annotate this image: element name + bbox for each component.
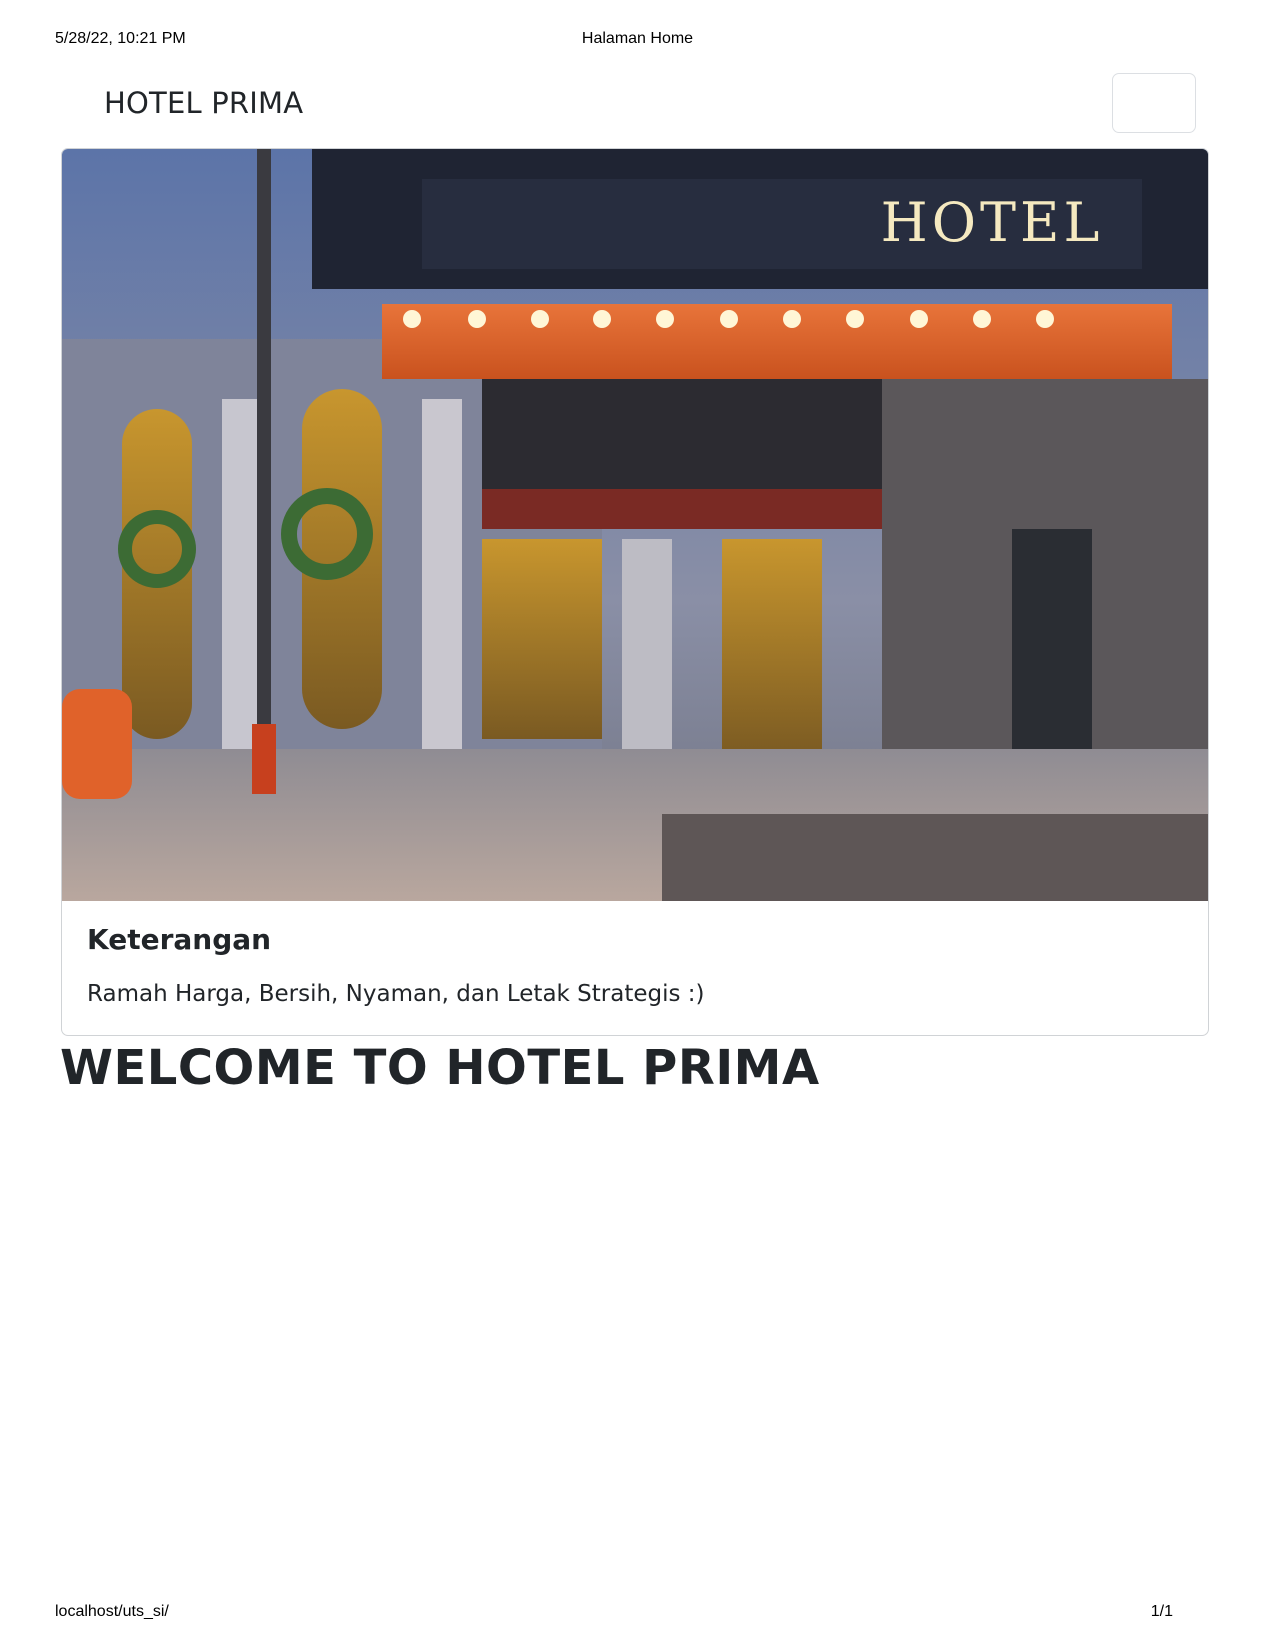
card-text: Ramah Harga, Bersih, Nyaman, dan Letak S…: [87, 981, 705, 1007]
print-page-number: 1/1: [1150, 1603, 1173, 1620]
card-body: Keterangan Ramah Harga, Bersih, Nyaman, …: [62, 901, 1208, 1035]
hotel-card: HOTEL Keterangan Ramah Harga, Bersih, Ny…: [61, 148, 1209, 1036]
print-header: 5/28/22, 10:21 PM Halaman Home: [0, 30, 1275, 54]
navbar-toggler-button[interactable]: [1112, 73, 1196, 133]
hotel-entrance-image: HOTEL: [62, 149, 1208, 901]
print-footer: localhost/uts_si/ 1/1: [0, 1603, 1275, 1627]
navbar-brand[interactable]: HOTEL PRIMA: [104, 86, 303, 120]
card-title: Keterangan: [87, 923, 272, 956]
hotel-sign-text: HOTEL: [881, 191, 1104, 254]
print-url: localhost/uts_si/: [55, 1603, 169, 1620]
print-page-title: Halaman Home: [581, 30, 694, 47]
welcome-heading: WELCOME TO HOTEL PRIMA: [60, 1040, 820, 1096]
navbar: HOTEL PRIMA: [60, 72, 1200, 138]
